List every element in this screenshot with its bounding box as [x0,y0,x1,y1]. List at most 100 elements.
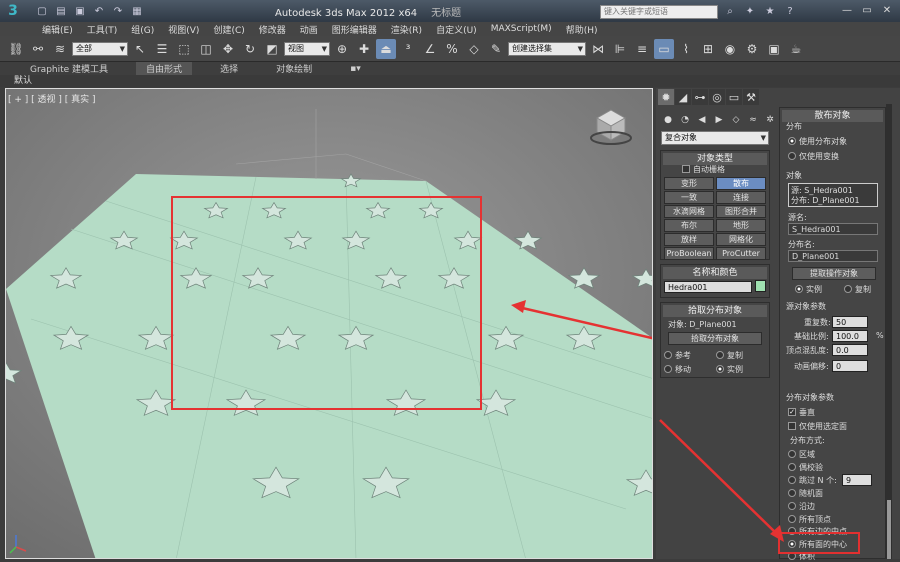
unlink-icon[interactable]: ⚯ [28,39,48,59]
motion-tab-icon[interactable]: ◎ [709,89,725,105]
modify-tab-icon[interactable]: ◢ [675,89,691,105]
minimize-button[interactable]: — [838,2,856,18]
named-selection-dropdown[interactable]: 创建选择集 [508,41,586,56]
method-edges-radio[interactable]: 沿边 [788,501,815,512]
utilities-tab-icon[interactable]: ⚒ [743,89,759,105]
render-icon[interactable]: ☕ [786,39,806,59]
extract-operand-button[interactable]: 提取操作对象 [792,267,876,280]
objects-list-item-dist[interactable]: 分布: D_Plane001 [791,195,860,206]
new-file-icon[interactable]: ▢ [34,4,50,18]
scale-icon[interactable]: ◩ [262,39,282,59]
instance-radio-dot[interactable] [716,364,724,373]
pick-reference-radio[interactable]: 参考 [664,350,691,361]
menu-customize[interactable]: 自定义(U) [436,23,477,36]
shapes-icon[interactable]: ◔ [678,113,692,127]
mirror-icon[interactable]: ⋈ [588,39,608,59]
extract-instance-dot[interactable] [795,284,803,293]
menu-help[interactable]: 帮助(H) [566,23,598,36]
menu-group[interactable]: 组(G) [131,23,154,36]
blobmesh-button[interactable]: 水滴网格 [664,205,714,218]
vertex-chaos-field[interactable]: 0.0 [832,344,868,356]
menu-tools[interactable]: 工具(T) [87,23,118,36]
ribbon-tab-selection[interactable]: 选择 [210,62,248,75]
maximize-button[interactable]: ▭ [858,2,876,18]
search-input[interactable]: 键入关键字或短语 [600,5,718,19]
keyboard-shortcut-icon[interactable]: ⏏ [376,38,396,59]
viewport-label[interactable]: [ + ] [ 透视 ] [ 真实 ] [8,92,96,105]
align-icon[interactable]: ⊫ [610,39,630,59]
use-dist-dot[interactable] [788,136,796,145]
panel-scrollbar[interactable] [886,104,892,559]
connect-button[interactable]: 连接 [716,191,766,204]
redo-icon[interactable]: ↷ [110,4,126,18]
spinner-snap-icon[interactable]: ◇ [464,39,484,59]
transforms-only-radio[interactable]: 仅使用变换 [788,151,839,162]
panel-scroll-thumb[interactable] [887,500,891,559]
perspective-viewport[interactable] [5,88,653,559]
boolean-button[interactable]: 布尔 [664,219,714,232]
select-icon[interactable]: ↖ [130,39,150,59]
open-file-icon[interactable]: ▤ [53,4,69,18]
save-icon[interactable]: ▣ [72,4,88,18]
ribbon-options-icon[interactable]: ▪▾ [340,64,371,74]
menu-animation[interactable]: 动画 [300,23,318,36]
create-tab-icon[interactable]: ✹ [658,89,674,105]
autogrid-check[interactable] [682,164,690,173]
use-distribution-radio[interactable]: 使用分布对象 [788,136,847,147]
rect-selection-icon[interactable]: ⬚ [174,39,194,59]
loft-button[interactable]: 放样 [664,233,714,246]
conform-button[interactable]: 一致 [664,191,714,204]
menu-rendering[interactable]: 渲染(R) [391,23,422,36]
bind-spacewarp-icon[interactable]: ≋ [50,39,70,59]
reference-radio-dot[interactable] [664,350,672,359]
schematic-icon[interactable]: ⊞ [698,39,718,59]
graphite-toggle-icon[interactable]: ▭ [654,38,674,59]
copy-radio-dot[interactable] [716,350,724,359]
method-vertices-radio[interactable]: 所有顶点 [788,514,831,525]
object-name-field[interactable]: Hedra001 [664,281,752,293]
scatter-button[interactable]: 散布 [716,177,766,190]
curve-editor-icon[interactable]: ⌇ [676,39,696,59]
skip-n-field[interactable]: 9 [842,474,872,486]
menu-maxscript[interactable]: MAXScript(M) [491,24,552,34]
systems-icon[interactable]: ✲ [763,113,777,127]
ribbon-tab-freeform[interactable]: 自由形式 [136,62,193,75]
window-crossing-icon[interactable]: ◫ [196,39,216,59]
subscription-icon[interactable]: ✦ [742,3,758,19]
percent-snap-icon[interactable]: % [442,39,462,59]
link-icon[interactable]: ⛓ [6,39,26,59]
terrain-button[interactable]: 地形 [716,219,766,232]
method-even-radio[interactable]: 偶校验 [788,462,823,473]
pick-distribution-button[interactable]: 拾取分布对象 [668,332,762,345]
pick-move-radio[interactable]: 移动 [664,364,691,375]
layer-icon[interactable]: ≡ [632,39,652,59]
snap-icon[interactable]: ³ [398,39,418,59]
name-color-header[interactable]: 名称和颜色 [663,267,767,279]
extract-copy-radio[interactable]: 复制 [844,284,871,295]
source-name-field[interactable]: S_Hedra001 [788,223,878,235]
menu-graph-editors[interactable]: 图形编辑器 [332,23,377,36]
select-by-name-icon[interactable]: ☰ [152,39,172,59]
extract-instance-radio[interactable]: 实例 [795,284,822,295]
undo-icon[interactable]: ↶ [91,4,107,18]
angle-snap-icon[interactable]: ∠ [420,39,440,59]
proboolean-button[interactable]: ProBoolean [664,247,714,260]
morph-button[interactable]: 变形 [664,177,714,190]
procutter-button[interactable]: ProCutter [716,247,766,260]
hierarchy-tab-icon[interactable]: ⊶ [692,89,708,105]
base-scale-field[interactable]: 100.0 [832,330,868,342]
duplicates-field[interactable]: 50 [832,316,868,328]
help-icon[interactable]: ? [782,3,798,19]
category-dropdown[interactable]: 复合对象 [661,131,769,145]
pivot-icon[interactable]: ⊕ [332,39,352,59]
pick-distribution-header[interactable]: 拾取分布对象 [663,305,767,317]
move-radio-dot[interactable] [664,364,672,373]
project-icon[interactable]: ▦ [129,4,145,18]
anim-offset-field[interactable]: 0 [832,360,868,372]
autogrid-checkbox[interactable]: 自动栅格 [682,164,725,175]
rotate-icon[interactable]: ↻ [240,39,260,59]
method-area-radio[interactable]: 区域 [788,449,815,460]
helpers-icon[interactable]: ◇ [729,113,743,127]
ribbon-tab-object-paint[interactable]: 对象绘制 [266,62,322,75]
pick-copy-radio[interactable]: 复制 [716,350,743,361]
